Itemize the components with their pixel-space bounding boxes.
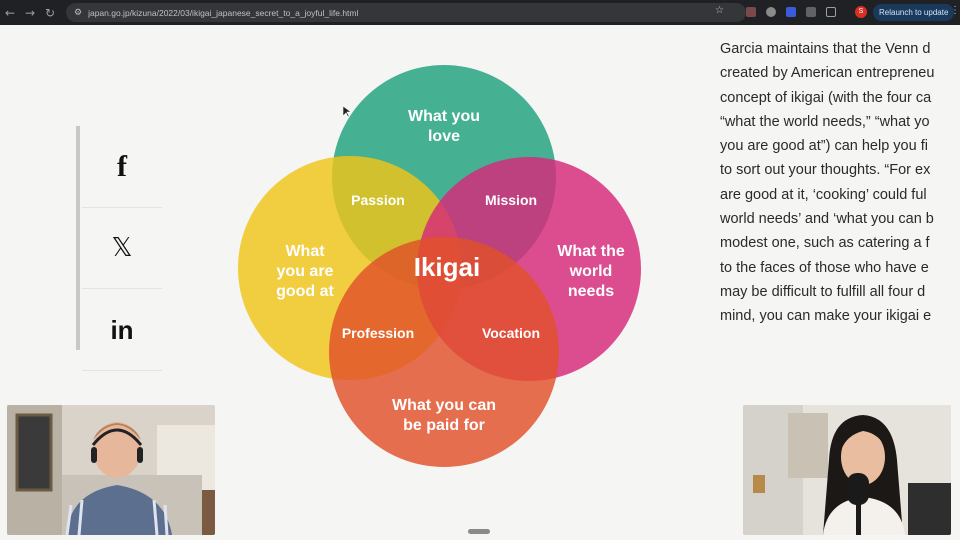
label-ikigai: Ikigai — [414, 252, 480, 282]
site-settings-icon[interactable]: ⚙ — [74, 8, 82, 18]
star-icon[interactable]: ☆ — [715, 5, 724, 16]
profile-avatar[interactable]: S — [855, 6, 867, 18]
article-line: modest one, such as catering a f — [720, 235, 930, 252]
label-vocation: Vocation — [482, 325, 540, 341]
article-line: “what the world needs,” “what yo — [720, 113, 930, 130]
webcam-feed-left — [7, 405, 215, 535]
webcam-feed-right — [743, 405, 951, 535]
shield-extension-icon[interactable] — [786, 7, 796, 17]
reload-icon[interactable]: ↻ — [40, 6, 60, 20]
puzzle-icon[interactable] — [826, 7, 836, 17]
share-x-button[interactable]: 𝕏 — [82, 208, 162, 289]
share-sidebar-rule — [76, 126, 80, 350]
share-facebook-button[interactable]: f — [82, 127, 162, 208]
extension-icon[interactable] — [746, 7, 756, 17]
facebook-icon: f — [117, 150, 127, 183]
article-line: to the faces of those who have e — [720, 259, 929, 276]
url-text: japan.go.jp/kizuna/2022/03/ikigai_japane… — [88, 7, 359, 18]
article-line: to sort out your thoughts. “For ex — [720, 162, 931, 179]
extension-icon[interactable] — [766, 7, 776, 17]
article-line: created by American entrepreneu — [720, 65, 935, 82]
back-icon[interactable]: ← — [0, 6, 20, 20]
linkedin-icon: in — [110, 314, 134, 345]
webcam-person-image — [7, 405, 215, 535]
article-line: Garcia maintains that the Venn d — [720, 41, 931, 57]
scroll-handle[interactable] — [468, 529, 490, 534]
extension-icon[interactable] — [806, 7, 816, 17]
article-line: world needs’ and ‘what you can b — [720, 211, 934, 228]
label-passion: Passion — [351, 192, 405, 208]
menu-icon[interactable]: ⋮ — [950, 5, 960, 16]
mouse-cursor-icon — [343, 106, 351, 118]
relaunch-button[interactable]: Relaunch to update — [873, 4, 955, 21]
article-line: you are good at”) can help you fi — [720, 138, 928, 155]
share-linkedin-button[interactable]: in — [82, 290, 162, 371]
browser-toolbar: ← → ↻ ⚙ japan.go.jp/kizuna/2022/03/ikiga… — [0, 0, 960, 25]
article-line: may be difficult to fulfill all four d — [720, 283, 926, 300]
forward-icon[interactable]: → — [20, 6, 40, 20]
label-mission: Mission — [485, 192, 537, 208]
article-line: mind, you can make your ikigai e — [720, 308, 932, 325]
article-line: concept of ikigai (with the four ca — [720, 89, 932, 106]
x-icon: 𝕏 — [111, 233, 133, 263]
article-line: are good at it, ‘cooking’ could ful — [720, 186, 927, 203]
webcam-person-image — [743, 405, 951, 535]
label-profession: Profession — [342, 325, 414, 341]
address-bar[interactable]: ⚙ japan.go.jp/kizuna/2022/03/ikigai_japa… — [66, 3, 746, 22]
article-body: Garcia maintains that the Venn d created… — [720, 37, 960, 329]
ikigai-venn-diagram: What you love What you are good at What the… — [238, 65, 641, 467]
